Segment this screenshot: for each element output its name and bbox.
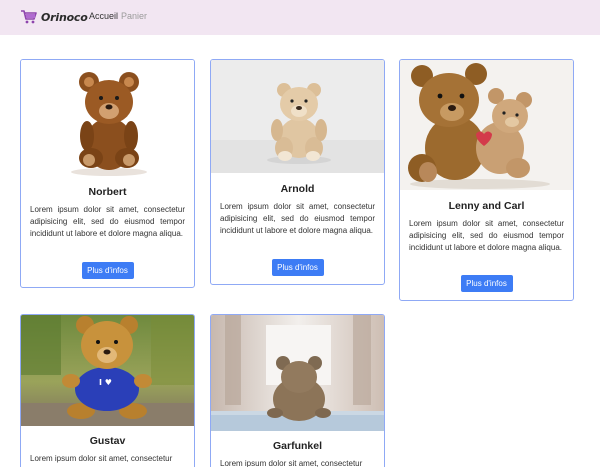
more-info-button[interactable]: Plus d'infos — [81, 262, 134, 279]
brown-teddy-bear-image — [71, 72, 147, 176]
brand-name: Orinoco — [41, 10, 88, 24]
product-card-lenny-and-carl: Lenny and Carl Lorem ipsum dolor sit ame… — [399, 59, 574, 301]
product-name: Lenny and Carl — [448, 200, 525, 212]
product-description: Lorem ipsum dolor sit amet, consectetur — [30, 454, 173, 463]
product-card-gustav: I ♥ Gustav Lorem ipsum dolor sit amet, c… — [20, 314, 195, 467]
product-name: Arnold — [280, 183, 315, 195]
product-name: Gustav — [89, 435, 126, 447]
product-image[interactable] — [400, 60, 573, 190]
product-image[interactable]: I ♥ — [21, 315, 194, 426]
shirt-print: I ♥ — [99, 378, 112, 387]
product-description: Lorem ipsum dolor sit amet, consectetur … — [409, 219, 564, 252]
product-card-norbert: Norbert Lorem ipsum dolor sit amet, cons… — [20, 59, 195, 288]
more-info-button[interactable]: Plus d'infos — [271, 259, 324, 276]
navbar: Orinoco Accueil Panier — [0, 0, 600, 35]
product-description: Lorem ipsum dolor sit amet, consectetur … — [30, 205, 185, 238]
product-description: Lorem ipsum dolor sit amet, consectetur … — [220, 202, 375, 235]
product-name: Garfunkel — [272, 440, 322, 452]
product-image[interactable] — [211, 60, 384, 173]
beige-teddy-bear-image — [211, 60, 384, 173]
product-card-garfunkel: Garfunkel Lorem ipsum dolor sit amet, co… — [210, 314, 385, 467]
product-image[interactable] — [211, 315, 384, 431]
nav-link-cart[interactable]: Panier — [121, 11, 147, 21]
product-name: Norbert — [88, 186, 127, 198]
product-image[interactable] — [21, 60, 194, 178]
product-description: Lorem ipsum dolor sit amet, consectetur — [220, 459, 363, 467]
teddy-bear-back-view-image — [211, 315, 384, 431]
nav-link-home[interactable]: Accueil — [89, 11, 118, 21]
two-teddy-bears-image — [400, 60, 573, 190]
teddy-bear-blue-shirt-image: I ♥ — [21, 315, 194, 426]
more-info-button[interactable]: Plus d'infos — [460, 275, 513, 292]
shopping-cart-icon — [21, 10, 37, 24]
product-card-arnold: Arnold Lorem ipsum dolor sit amet, conse… — [210, 59, 385, 285]
brand-logo[interactable]: Orinoco — [21, 9, 88, 25]
